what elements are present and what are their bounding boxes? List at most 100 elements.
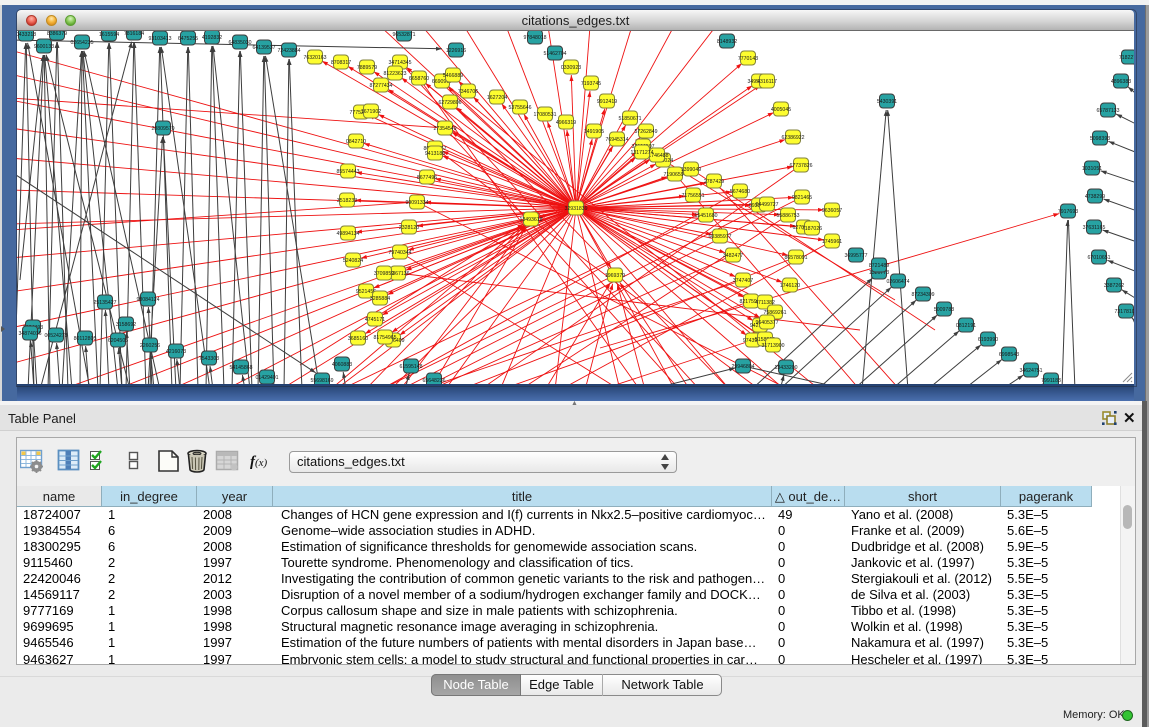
svg-text:8721489: 8721489: [869, 263, 889, 269]
svg-text:5240824: 5240824: [343, 258, 363, 264]
svg-text:2328120: 2328120: [399, 225, 419, 231]
svg-text:1615594: 1615594: [99, 32, 119, 38]
svg-text:5098393: 5098393: [1090, 136, 1110, 142]
svg-text:54145868: 54145868: [229, 365, 252, 371]
svg-text:6193990: 6193990: [978, 337, 998, 343]
svg-text:2260256: 2260256: [140, 343, 160, 349]
svg-text:0842710: 0842710: [346, 139, 366, 145]
svg-text:49894134: 49894134: [336, 231, 359, 237]
svg-text:6204505: 6204505: [108, 338, 128, 344]
svg-text:99091334: 99091334: [405, 200, 428, 206]
svg-text:37631165: 37631165: [1083, 225, 1106, 231]
svg-text:7346706: 7346706: [458, 89, 478, 95]
svg-text:1399049: 1399049: [681, 167, 701, 173]
svg-text:1745961: 1745961: [822, 239, 842, 245]
svg-text:3709859: 3709859: [374, 271, 394, 277]
svg-text:51850671: 51850671: [618, 116, 641, 122]
svg-text:98084124: 98084124: [136, 297, 159, 303]
svg-text:1491905: 1491905: [584, 129, 604, 135]
svg-text:62729806: 62729806: [438, 100, 461, 106]
svg-text:81223623: 81223623: [383, 71, 406, 77]
svg-text:01429401: 01429401: [255, 375, 278, 381]
svg-text:1746120: 1746120: [780, 283, 800, 289]
svg-text:81754965: 81754965: [373, 335, 396, 341]
svg-text:7182278: 7182278: [1119, 55, 1134, 61]
svg-text:87277434: 87277434: [369, 83, 392, 89]
svg-text:86578091: 86578091: [784, 255, 807, 261]
svg-text:9413186: 9413186: [425, 151, 445, 157]
svg-text:5009788: 5009788: [934, 307, 954, 313]
svg-text:3685160: 3685160: [348, 336, 368, 342]
svg-text:5466889: 5466889: [443, 73, 463, 79]
svg-text:7991183: 7991183: [1041, 378, 1061, 384]
svg-text:17080531: 17080531: [533, 112, 556, 118]
svg-text:93103413: 93103413: [148, 36, 171, 42]
svg-text:28809570: 28809570: [151, 126, 174, 132]
svg-text:4738299: 4738299: [1085, 194, 1105, 200]
svg-text:85574443: 85574443: [336, 169, 359, 175]
svg-text:72423884: 72423884: [277, 48, 300, 54]
svg-text:55698169: 55698169: [310, 378, 333, 384]
svg-text:4005045: 4005045: [771, 107, 791, 113]
svg-text:4216073: 4216073: [166, 349, 186, 355]
svg-text:0330923: 0330923: [561, 65, 581, 71]
svg-text:3387262: 3387262: [1104, 283, 1124, 289]
svg-text:1969379: 1969379: [605, 273, 625, 279]
svg-text:96532871: 96532871: [392, 32, 415, 38]
svg-text:67737826: 67737826: [789, 163, 812, 169]
svg-text:53755646: 53755646: [508, 105, 531, 111]
svg-text:02606474: 02606474: [886, 279, 909, 285]
svg-text:8708317: 8708317: [331, 60, 351, 66]
svg-text:9636057: 9636057: [822, 208, 842, 214]
svg-text:34874016: 34874016: [18, 331, 41, 337]
svg-text:51462704: 51462704: [543, 51, 566, 57]
svg-text:5674680: 5674680: [730, 189, 750, 195]
svg-text:13171274: 13171274: [630, 150, 653, 156]
svg-text:8148932: 8148932: [717, 39, 737, 45]
svg-text:62386922: 62386922: [781, 135, 804, 141]
svg-text:3518233: 3518233: [337, 198, 357, 204]
svg-text:65648236: 65648236: [422, 378, 445, 384]
svg-text:8677496: 8677496: [417, 175, 437, 181]
svg-text:4896383: 4896383: [1111, 79, 1131, 85]
svg-text:7917693: 7917693: [1058, 209, 1078, 215]
svg-text:04499727: 04499727: [755, 202, 778, 208]
svg-text:34714345: 34714345: [388, 60, 411, 66]
svg-text:4966319: 4966319: [556, 120, 576, 126]
svg-text:7193745: 7193745: [581, 81, 601, 87]
svg-text:00524278: 00524278: [44, 333, 67, 339]
svg-text:57262849: 57262849: [634, 129, 657, 135]
svg-text:96405377: 96405377: [755, 320, 778, 326]
svg-text:29946804: 29946804: [731, 364, 754, 370]
svg-text:1671902: 1671902: [361, 109, 381, 115]
svg-text:97848018: 97848018: [523, 35, 546, 41]
svg-text:15451680: 15451680: [694, 213, 717, 219]
svg-text:3158692: 3158692: [116, 322, 136, 328]
svg-text:9912419: 9912419: [597, 99, 617, 105]
svg-text:3482477: 3482477: [723, 253, 743, 259]
svg-text:67010651: 67010651: [1087, 255, 1110, 261]
svg-text:76945314: 76945314: [605, 137, 628, 143]
svg-text:7187026: 7187026: [802, 226, 822, 232]
svg-text:4316117: 4316117: [757, 79, 777, 85]
svg-text:55886753: 55886753: [776, 213, 799, 219]
svg-text:34624751: 34624751: [1019, 368, 1042, 374]
svg-text:1627204: 1627204: [487, 95, 507, 101]
svg-text:76320163: 76320163: [303, 55, 326, 61]
svg-text:4060883: 4060883: [332, 362, 352, 368]
svg-text:65787133: 65787133: [1096, 108, 1119, 114]
svg-text:64139537: 64139537: [252, 45, 275, 51]
svg-text:7770143: 7770143: [738, 56, 758, 62]
svg-text:7889579: 7889579: [357, 65, 377, 71]
svg-text:36995777: 36995777: [844, 253, 867, 259]
svg-text:2787429: 2787429: [704, 179, 724, 185]
svg-text:25135427: 25135427: [93, 300, 116, 306]
svg-text:31713900: 31713900: [761, 343, 784, 349]
svg-text:4745171: 4745171: [365, 317, 385, 323]
svg-text:(x): (x): [255, 457, 268, 469]
svg-text:8386379: 8386379: [47, 31, 67, 37]
svg-text:4192832: 4192832: [202, 35, 222, 41]
svg-text:60385977: 60385977: [708, 234, 731, 240]
svg-text:1226916: 1226916: [446, 48, 466, 54]
svg-text:6475255: 6475255: [178, 36, 198, 42]
